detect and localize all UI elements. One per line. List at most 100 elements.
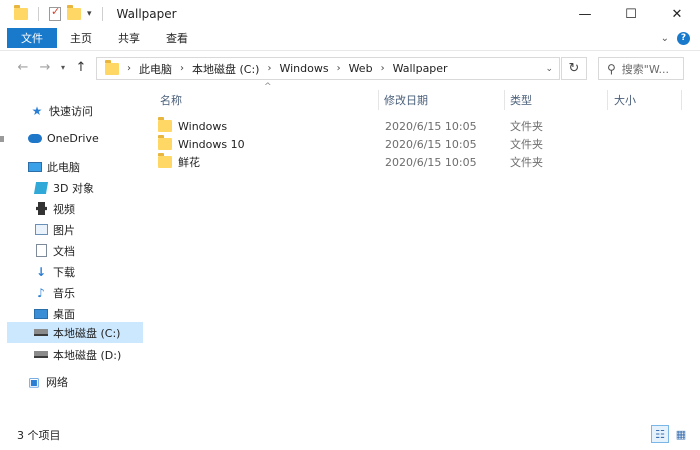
help-icon[interactable]: ? xyxy=(677,31,690,45)
file-list: ^ 名称 修改日期 类型 大小 Windows 2020/6/15 10:05 … xyxy=(150,82,690,418)
refresh-button[interactable]: ↻ xyxy=(561,57,587,80)
navigation-pane: ★ 快速访问 OneDrive 此电脑 3D 对象 视频 图片 文档 ↓ 下载 … xyxy=(0,88,143,418)
column-divider[interactable] xyxy=(607,90,608,110)
navigation-bar: ← → ▾ ↑ › 此电脑 › 本地磁盘 (C:) › Windows › We… xyxy=(0,50,700,84)
breadcrumb-local-disk-c[interactable]: 本地磁盘 (C:) xyxy=(192,61,259,77)
column-divider[interactable] xyxy=(504,90,505,110)
search-placeholder: 搜索"W... xyxy=(621,62,669,76)
back-button[interactable]: ← xyxy=(12,60,34,75)
sidebar-item-desktop[interactable]: 桌面 xyxy=(0,303,143,324)
sidebar-item-local-disk-d[interactable]: 本地磁盘 (D:) xyxy=(0,344,143,365)
quick-access-toolbar: ▾ xyxy=(0,5,107,21)
download-icon: ↓ xyxy=(35,264,47,279)
sidebar-item-quick-access[interactable]: ★ 快速访问 xyxy=(0,100,143,121)
breadcrumb-web[interactable]: Web xyxy=(349,62,373,75)
file-name: Windows 10 xyxy=(178,137,245,151)
cloud-icon xyxy=(28,132,42,146)
sidebar-item-3d-objects[interactable]: 3D 对象 xyxy=(0,177,143,198)
sidebar-item-documents[interactable]: 文档 xyxy=(0,240,143,261)
sidebar-item-label: 图片 xyxy=(53,223,75,237)
sidebar-item-videos[interactable]: 视频 xyxy=(0,198,143,219)
file-row-windows-10[interactable]: Windows 10 2020/6/15 10:05 文件夹 xyxy=(158,135,558,153)
sidebar-item-this-pc[interactable]: 此电脑 xyxy=(0,156,143,177)
column-header-date[interactable]: 修改日期 xyxy=(384,88,428,112)
network-icon: ▣ xyxy=(28,374,40,389)
tab-view[interactable]: 查看 xyxy=(153,28,201,48)
folder-icon xyxy=(158,117,172,132)
recent-locations-dropdown[interactable]: ▾ xyxy=(56,63,70,72)
breadcrumb-separator[interactable]: › xyxy=(337,63,341,74)
file-date: 2020/6/15 10:05 xyxy=(385,155,477,169)
column-header-size[interactable]: 大小 xyxy=(614,88,636,112)
file-row-windows[interactable]: Windows 2020/6/15 10:05 文件夹 xyxy=(158,117,558,135)
sidebar-item-label: 本地磁盘 (C:) xyxy=(53,326,121,340)
large-icons-view-icon[interactable]: ▦ xyxy=(672,425,690,443)
folder-icon xyxy=(105,59,119,75)
sidebar-item-label: 本地磁盘 (D:) xyxy=(53,348,122,362)
folder-icon xyxy=(158,153,172,168)
search-input[interactable]: ⚲ 搜索"W... xyxy=(598,57,684,80)
view-toggle: ☷ ▦ xyxy=(651,425,690,443)
address-dropdown-icon[interactable]: ⌄ xyxy=(545,64,553,74)
documents-icon xyxy=(34,244,48,258)
search-icon: ⚲ xyxy=(607,61,616,76)
details-view-icon[interactable]: ☷ xyxy=(651,425,669,443)
forward-button[interactable]: → xyxy=(34,60,56,75)
sidebar-item-music[interactable]: ♪ 音乐 xyxy=(0,282,143,303)
item-count: 3 个项目 xyxy=(17,429,61,442)
sidebar-item-local-disk-c[interactable]: 本地磁盘 (C:) xyxy=(7,322,143,343)
video-icon xyxy=(34,202,48,216)
sidebar-item-label: 音乐 xyxy=(53,286,75,300)
column-divider[interactable] xyxy=(378,90,379,110)
breadcrumb-windows[interactable]: Windows xyxy=(279,62,328,75)
properties-icon[interactable] xyxy=(49,5,61,21)
breadcrumb-separator[interactable]: › xyxy=(127,63,131,74)
sidebar-item-label: OneDrive xyxy=(47,132,99,145)
sidebar-item-network[interactable]: ▣ 网络 xyxy=(0,371,143,392)
file-name: Windows xyxy=(178,119,228,133)
toolbar-divider xyxy=(38,7,39,21)
column-header-type[interactable]: 类型 xyxy=(510,88,532,112)
file-row-flowers[interactable]: 鲜花 2020/6/15 10:05 文件夹 xyxy=(158,153,558,171)
title-bar: ▾ Wallpaper — ☐ ✕ xyxy=(0,0,700,28)
breadcrumb-separator[interactable]: › xyxy=(180,63,184,74)
pictures-icon xyxy=(34,223,48,237)
breadcrumb-separator[interactable]: › xyxy=(267,63,271,74)
tab-file[interactable]: 文件 xyxy=(7,28,57,48)
maximize-button[interactable]: ☐ xyxy=(608,0,654,28)
minimize-button[interactable]: — xyxy=(562,0,608,28)
drive-icon xyxy=(34,326,48,340)
window-controls: — ☐ ✕ xyxy=(562,0,700,28)
sidebar-item-label: 下载 xyxy=(53,265,75,279)
customize-toolbar-dropdown-icon[interactable]: ▾ xyxy=(87,9,92,19)
breadcrumb-separator[interactable]: › xyxy=(381,63,385,74)
computer-icon xyxy=(28,160,42,174)
close-button[interactable]: ✕ xyxy=(654,0,700,28)
sidebar-item-pictures[interactable]: 图片 xyxy=(0,219,143,240)
up-button[interactable]: ↑ xyxy=(70,60,92,75)
file-name: 鲜花 xyxy=(178,156,200,169)
status-bar: 3 个项目 ☷ ▦ xyxy=(0,424,700,446)
ribbon-tabs: 文件 主页 共享 查看 ⌄ ? xyxy=(0,28,700,48)
column-divider[interactable] xyxy=(681,90,682,110)
new-folder-icon[interactable] xyxy=(67,5,81,20)
ribbon-right-controls: ⌄ ? xyxy=(661,28,690,48)
breadcrumb-this-pc[interactable]: 此电脑 xyxy=(139,61,172,77)
sidebar-item-label: 3D 对象 xyxy=(53,181,94,195)
window-title: Wallpaper xyxy=(116,7,177,21)
folder-icon xyxy=(158,135,172,150)
address-bar[interactable]: › 此电脑 › 本地磁盘 (C:) › Windows › Web › Wall… xyxy=(96,57,560,80)
sidebar-item-label: 桌面 xyxy=(53,307,75,321)
sidebar-item-downloads[interactable]: ↓ 下载 xyxy=(0,261,143,282)
breadcrumb-wallpaper[interactable]: Wallpaper xyxy=(393,62,448,75)
toolbar-divider xyxy=(101,7,103,21)
folder-icon xyxy=(14,5,28,20)
drive-icon xyxy=(34,348,48,362)
file-type: 文件夹 xyxy=(510,156,543,169)
file-type: 文件夹 xyxy=(510,120,543,133)
expand-ribbon-icon[interactable]: ⌄ xyxy=(661,33,669,44)
tab-share[interactable]: 共享 xyxy=(105,28,153,48)
column-header-name[interactable]: 名称 xyxy=(160,88,182,112)
tab-home[interactable]: 主页 xyxy=(57,28,105,48)
sidebar-item-onedrive[interactable]: OneDrive xyxy=(0,128,143,149)
